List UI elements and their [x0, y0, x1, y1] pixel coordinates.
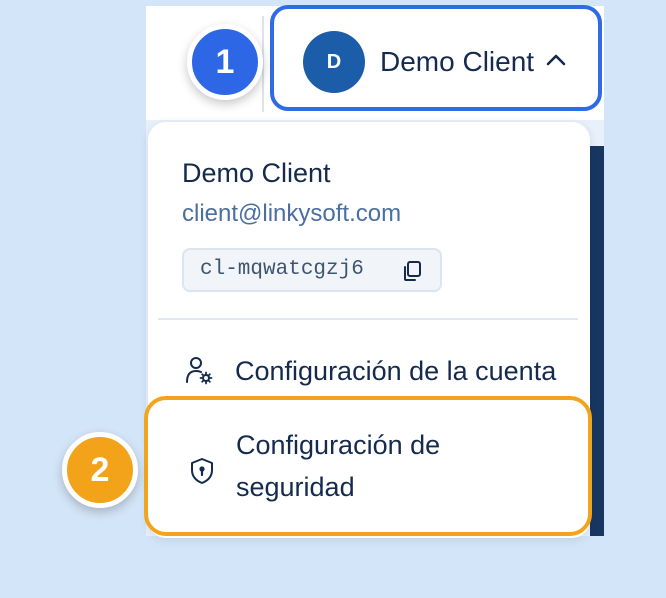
user-menu-button[interactable]: D Demo Client — [270, 5, 602, 111]
step-badge-2: 2 — [62, 432, 138, 508]
user-settings-icon — [184, 355, 214, 385]
copy-icon[interactable] — [400, 259, 424, 283]
chevron-up-icon — [544, 51, 568, 69]
security-settings-item[interactable]: Configuración de seguridad — [144, 396, 592, 536]
security-settings-label: Configuración de seguridad — [236, 430, 441, 502]
shield-lock-icon — [187, 456, 217, 486]
account-settings-label: Configuración de la cuenta — [235, 356, 557, 386]
user-name: Demo Client — [380, 46, 535, 77]
client-id-chip: cl-mqwatcgzj6 — [182, 248, 442, 292]
client-id-code: cl-mqwatcgzj6 — [200, 258, 364, 281]
dropdown-user-email: client@linkysoft.com — [182, 200, 402, 227]
step-badge-1: 1 — [187, 24, 263, 100]
avatar: D — [303, 31, 365, 93]
dropdown-divider — [158, 318, 578, 320]
account-settings-item[interactable]: Configuración de la cuenta — [168, 344, 578, 396]
sidebar-edge — [590, 146, 604, 536]
dropdown-user-name: Demo Client — [182, 158, 331, 188]
